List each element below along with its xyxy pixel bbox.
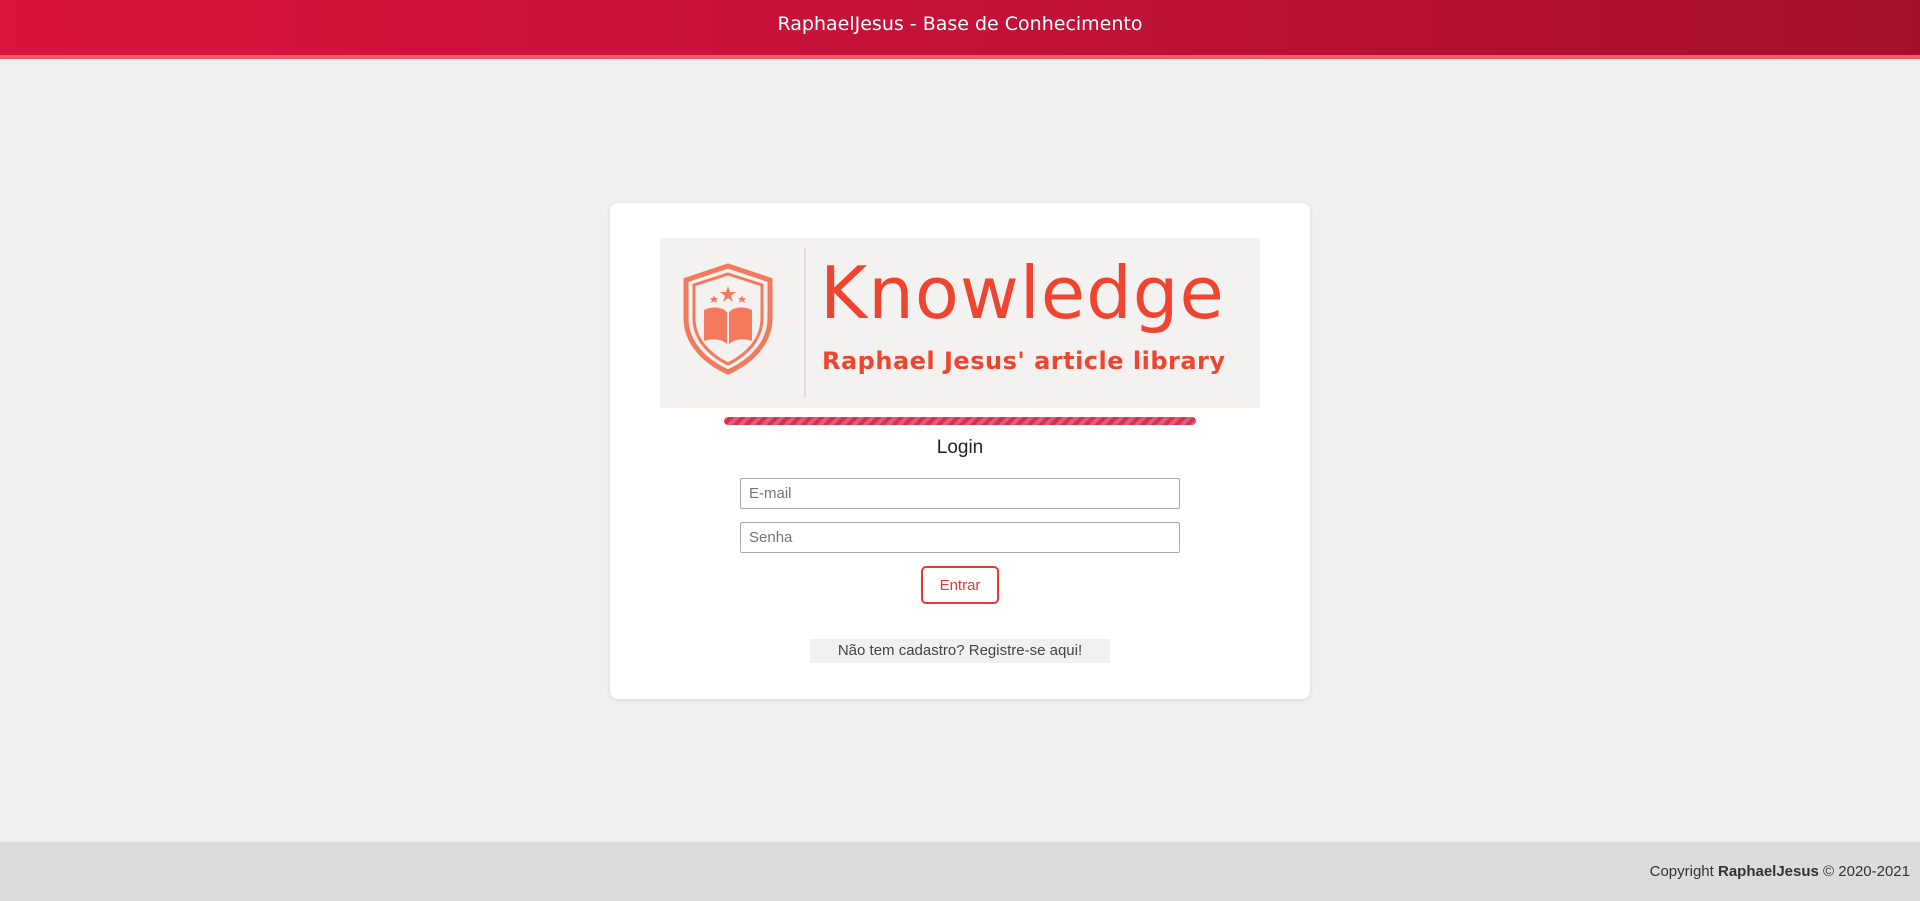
logo-tagline: Raphael Jesus' article library (822, 347, 1226, 375)
progress-fill (724, 417, 1196, 425)
logo-divider (804, 248, 806, 398)
main-content: Knowledge Raphael Jesus' article library… (0, 59, 1920, 842)
password-input[interactable] (740, 522, 1180, 553)
login-button[interactable]: Entrar (921, 566, 999, 604)
app-title: RaphaelJesus - Base de Conhecimento (777, 12, 1143, 35)
copyright-years: © 2020-2021 (1818, 863, 1910, 880)
login-title: Login (936, 437, 984, 458)
shield-book-icon (683, 263, 773, 375)
loading-progress-bar (724, 417, 1196, 425)
login-card: Knowledge Raphael Jesus' article library… (610, 203, 1310, 699)
copyright-prefix: Copyright (1649, 863, 1718, 880)
knowledge-logo: Knowledge Raphael Jesus' article library (660, 238, 1260, 408)
logo-brand: Knowledge (820, 251, 1225, 335)
copyright-text: Copyright RaphaelJesus © 2020-2021 (1650, 863, 1910, 880)
page-footer: Copyright RaphaelJesus © 2020-2021 (0, 842, 1920, 901)
register-link[interactable]: Não tem cadastro? Registre-se aqui! (810, 639, 1110, 663)
email-input[interactable] (740, 478, 1180, 509)
app-header: RaphaelJesus - Base de Conhecimento (0, 0, 1920, 59)
copyright-owner: RaphaelJesus (1717, 863, 1819, 880)
